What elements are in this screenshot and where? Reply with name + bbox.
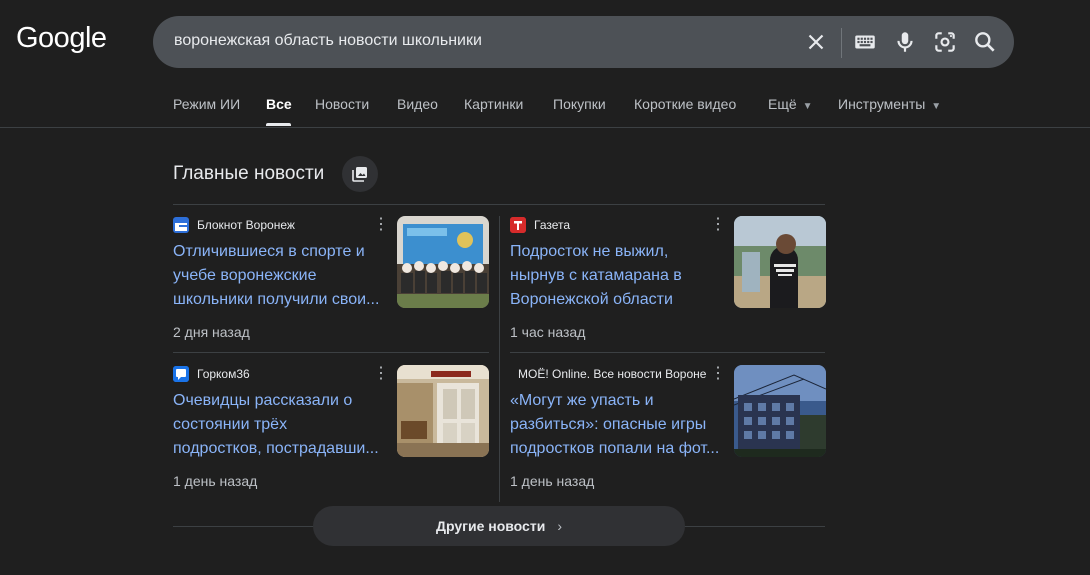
- source-name: Горком36: [197, 367, 250, 381]
- headline-line: нырнув с катамарана в: [510, 267, 682, 284]
- more-news-button[interactable]: Другие новости ›: [313, 506, 685, 546]
- headline-line: подростков попали на фот...: [510, 440, 720, 457]
- thumbnail-image[interactable]: [734, 216, 826, 308]
- headline-link[interactable]: Подросток не выжил, нырнув с катамарана …: [510, 240, 722, 312]
- source-name: МОЁ! Online. Все новости Вороне: [518, 367, 707, 381]
- divider: [510, 352, 825, 353]
- headline-line: Подросток не выжил,: [510, 243, 669, 260]
- tab-ai-mode[interactable]: Режим ИИ: [173, 96, 240, 112]
- headline-line: Воронежской области: [510, 291, 673, 308]
- headline-line: школьники получили свои...: [173, 291, 380, 308]
- tab-tools-label: Инструменты: [838, 96, 926, 112]
- more-vert-icon[interactable]: ⋮: [710, 365, 726, 383]
- headline-link[interactable]: Отличившиеся в спорте и учебе воронежски…: [173, 240, 385, 312]
- mic-icon[interactable]: [892, 29, 918, 55]
- divider: [499, 216, 500, 502]
- search-icon[interactable]: [972, 29, 998, 55]
- keyboard-icon[interactable]: [852, 29, 878, 55]
- search-box[interactable]: воронежская область новости школьники: [153, 16, 1014, 68]
- divider: [173, 352, 489, 353]
- timestamp: 1 час назад: [510, 324, 586, 340]
- lens-icon[interactable]: [932, 29, 958, 55]
- google-logo[interactable]: Google: [16, 22, 107, 55]
- chevron-right-icon: ›: [557, 518, 562, 534]
- timestamp: 2 дня назад: [173, 324, 250, 340]
- caret-down-icon: ▼: [802, 101, 813, 112]
- news-card[interactable]: МОЁ! Online. Все новости Вороне ⋮ «Могут…: [510, 365, 826, 501]
- headline-link[interactable]: Очевидцы рассказали о состоянии трёх под…: [173, 389, 385, 461]
- tab-more[interactable]: Ещё ▼: [768, 96, 813, 112]
- tab-short-videos[interactable]: Короткие видео: [634, 96, 736, 112]
- close-icon[interactable]: [803, 29, 829, 55]
- tab-video[interactable]: Видео: [397, 96, 438, 112]
- headline-line: Очевидцы рассказали о: [173, 392, 353, 409]
- headline-link[interactable]: «Могут же упасть и разбиться»: опасные и…: [510, 389, 722, 461]
- timestamp: 1 день назад: [510, 473, 595, 489]
- headline-line: подростков, пострадавши...: [173, 440, 379, 457]
- caret-down-icon: ▼: [931, 101, 942, 112]
- tab-tools[interactable]: Инструменты ▼: [838, 96, 941, 112]
- timestamp: 1 день назад: [173, 473, 258, 489]
- tab-images[interactable]: Картинки: [464, 96, 523, 112]
- thumbnail-image[interactable]: [397, 365, 489, 457]
- source-favicon: [173, 366, 189, 382]
- thumbnail-image[interactable]: [734, 365, 826, 457]
- tab-news[interactable]: Новости: [315, 96, 369, 112]
- thumbnail-image[interactable]: [397, 216, 489, 308]
- tab-all[interactable]: Все: [266, 96, 292, 112]
- tab-more-label: Ещё: [768, 96, 797, 112]
- gallery-button[interactable]: [342, 156, 378, 192]
- active-tab-indicator: [266, 123, 291, 126]
- search-input[interactable]: воронежская область новости школьники: [174, 32, 482, 50]
- headline-line: состоянии трёх: [173, 416, 288, 433]
- headline-line: «Могут же упасть и: [510, 392, 654, 409]
- news-card[interactable]: Газета ⋮ Подросток не выжил, нырнув с ка…: [510, 216, 826, 352]
- more-vert-icon[interactable]: ⋮: [373, 365, 389, 383]
- source-favicon: [510, 217, 526, 233]
- source-name: Газета: [534, 218, 571, 232]
- more-vert-icon[interactable]: ⋮: [710, 216, 726, 234]
- gallery-icon: [352, 167, 367, 182]
- news-card[interactable]: Блокнот Воронеж ⋮ Отличившиеся в спорте …: [173, 216, 489, 352]
- divider: [173, 204, 825, 205]
- search-divider: [841, 28, 842, 58]
- headline-line: Отличившиеся в спорте и: [173, 243, 365, 260]
- more-vert-icon[interactable]: ⋮: [373, 216, 389, 234]
- headline-line: разбиться»: опасные игры: [510, 416, 707, 433]
- news-card[interactable]: Горком36 ⋮ Очевидцы рассказали о состоян…: [173, 365, 489, 501]
- more-news-label: Другие новости: [436, 518, 546, 534]
- tab-shopping[interactable]: Покупки: [553, 96, 606, 112]
- header: Google воронежская область новости школь…: [0, 0, 1090, 128]
- source-name: Блокнот Воронеж: [197, 218, 295, 232]
- section-title: Главные новости: [173, 163, 325, 184]
- headline-line: учебе воронежские: [173, 267, 317, 284]
- source-favicon: [173, 217, 189, 233]
